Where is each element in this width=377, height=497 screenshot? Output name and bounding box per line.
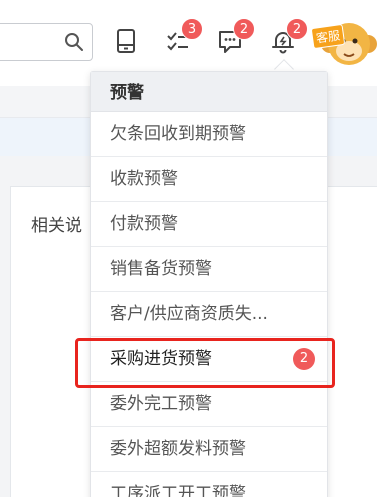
customer-service-avatar[interactable]: 客服 xyxy=(310,14,377,76)
alert-dropdown: 预警 欠条回收到期预警 收款预警 付款预警 销售备货预警 客户/供应商资质失..… xyxy=(90,71,328,497)
dropdown-title: 预警 xyxy=(91,72,327,112)
menu-item-label: 欠条回收到期预警 xyxy=(110,124,246,144)
search-input[interactable] xyxy=(0,23,93,61)
alert-badge: 2 xyxy=(286,18,308,40)
menu-item-label: 客户/供应商资质失... xyxy=(110,304,268,324)
menu-item-qualification-alert[interactable]: 客户/供应商资质失... xyxy=(91,292,327,337)
menu-item-sales-stock-alert[interactable]: 销售备货预警 xyxy=(91,247,327,292)
highlight-frame xyxy=(75,338,335,388)
todo-button[interactable]: 3 xyxy=(163,18,203,56)
menu-item-dispatch-start-alert[interactable]: 工序派工开工预警 xyxy=(91,472,327,497)
mobile-button[interactable] xyxy=(111,26,141,56)
menu-item-label: 付款预警 xyxy=(110,214,178,234)
customer-service-tag: 客服 xyxy=(310,23,346,50)
menu-item-receipt-alert[interactable]: 收款预警 xyxy=(91,157,327,202)
menu-item-payment-alert[interactable]: 付款预警 xyxy=(91,202,327,247)
card-title: 相关说 xyxy=(31,216,82,236)
menu-item-label: 销售备货预警 xyxy=(110,259,212,279)
menu-item-label: 工序派工开工预警 xyxy=(110,484,246,497)
message-badge: 2 xyxy=(233,18,255,40)
menu-item-outsource-overissue-alert[interactable]: 委外超额发料预警 xyxy=(91,427,327,472)
menu-item-outsource-complete-alert[interactable]: 委外完工预警 xyxy=(91,382,327,427)
alert-button[interactable]: 2 xyxy=(268,18,308,56)
message-button[interactable]: 2 xyxy=(215,18,255,56)
menu-item-label: 委外完工预警 xyxy=(110,394,212,414)
mobile-icon xyxy=(117,29,135,53)
menu-item-iou-due-alert[interactable]: 欠条回收到期预警 xyxy=(91,112,327,157)
search-icon[interactable] xyxy=(64,32,84,52)
todo-badge: 3 xyxy=(181,18,203,40)
menu-item-label: 收款预警 xyxy=(110,169,178,189)
menu-item-label: 委外超额发料预警 xyxy=(110,439,246,459)
